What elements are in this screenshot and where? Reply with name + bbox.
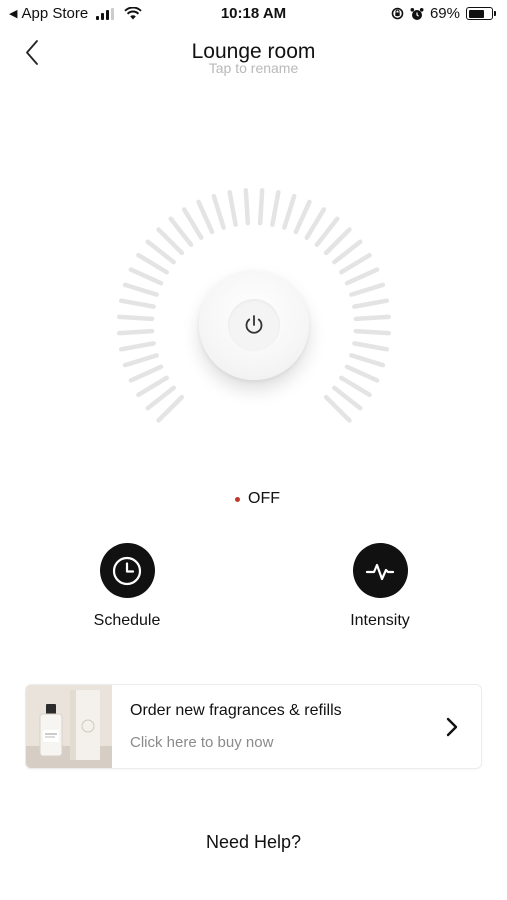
dial-tick [196,199,215,235]
dial-tick [227,189,238,227]
dial-tick [122,353,159,368]
dial-tick [156,227,185,256]
dial-tick [332,385,363,411]
dial-tick [344,364,380,383]
power-button-inner [228,299,280,351]
device-status: OFF [0,490,507,508]
dial-tick [353,328,391,336]
dial-tick [257,188,265,226]
dial-tick [156,394,185,423]
product-photo [26,685,112,768]
dial-tick [304,207,327,240]
dial-tick [145,239,176,265]
dial-tick [168,216,194,247]
status-bar: ◀ App Store 10:18 AM 69% [0,0,507,30]
alarm-icon [410,7,424,20]
product-image [26,685,112,768]
intensity-icon-circle [352,543,408,598]
dial-tick [270,189,281,227]
battery-icon [466,7,496,20]
dial-tick [293,199,312,235]
chevron-right-icon [437,712,467,742]
status-text: OFF [248,490,280,507]
dial-tick [128,364,164,383]
dial-tick [117,328,155,336]
battery-level [468,9,484,18]
dial-tick [136,375,169,398]
clock-icon [112,556,142,585]
dial-tick [243,188,251,226]
schedule-icon-circle [99,543,155,598]
dial-tick [332,239,363,265]
room-title-area[interactable]: Lounge room Tap to rename [0,40,507,76]
rename-hint: Tap to rename [208,60,299,76]
order-title: Order new fragrances & refills [130,702,342,719]
status-indicator-dot [235,496,240,502]
dial-tick [323,394,352,423]
order-subtitle: Click here to buy now [130,734,274,751]
power-icon [245,315,263,334]
order-refills-card[interactable]: Order new fragrances & refills Click her… [25,684,482,769]
dial-tick [323,227,352,256]
battery-percent: 69% [429,5,460,22]
dial-tick [117,314,155,322]
dial-tick [344,267,380,286]
dial-tick [349,353,386,368]
status-indicators: 69% [391,5,496,22]
dial-tick [181,207,204,240]
dial-tick [128,267,164,286]
app-screen: ◀ App Store 10:18 AM 69% Lounge room Tap… [0,0,507,900]
order-text: Order new fragrances & refills Click her… [112,701,437,752]
pulse-icon [365,563,395,580]
dial-tick [118,298,156,309]
schedule-label: Schedule [93,612,161,629]
dial-tick [352,341,390,352]
dial-tick [339,252,372,275]
dial-tick [282,193,297,230]
power-button[interactable] [199,270,309,380]
dial-tick [352,298,390,309]
dial-tick [339,375,372,398]
schedule-button[interactable]: Schedule [67,543,187,630]
rotation-lock-icon [391,7,404,20]
dial-tick [122,282,159,297]
intensity-label: Intensity [350,612,410,629]
need-help-link[interactable]: Need Help? [0,832,507,853]
dial-tick [353,314,391,322]
dial-tick [118,341,156,352]
dial-tick [136,252,169,275]
dial-tick [145,385,176,411]
dial-tick [211,193,226,230]
dial-tick [314,216,340,247]
intensity-button[interactable]: Intensity [320,543,440,630]
dial-tick [349,282,386,297]
